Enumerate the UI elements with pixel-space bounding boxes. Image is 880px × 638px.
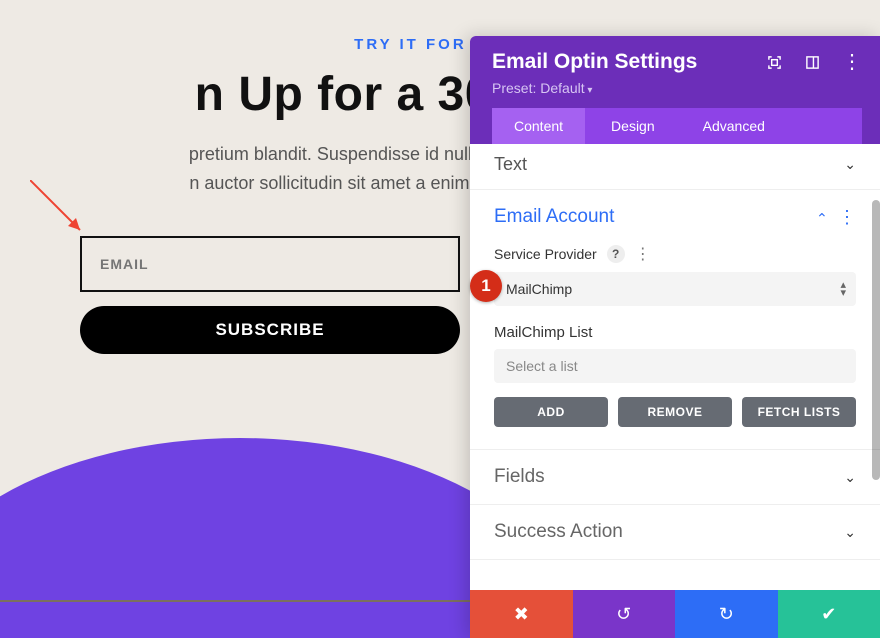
- close-button[interactable]: ✖: [470, 590, 573, 638]
- section-text-title: Text: [494, 154, 844, 175]
- expand-icon[interactable]: [766, 54, 782, 70]
- chevron-down-icon: ⌄: [844, 524, 856, 541]
- section-fields[interactable]: Fields ⌄: [470, 450, 880, 505]
- chevron-up-icon: ⌄: [816, 209, 828, 226]
- decorative-line: [0, 600, 480, 602]
- panel-body: Text ⌄ Email Account ⌄ ⋮ Service Provide…: [470, 144, 880, 590]
- section-email-account-title: Email Account: [494, 206, 816, 228]
- redo-icon: ↻: [719, 604, 734, 625]
- select-caret-icon: ▴▾: [840, 281, 846, 297]
- panel-footer: ✖ ↺ ↻ ✔: [470, 590, 880, 638]
- service-provider-select[interactable]: MailChimp ▴▾: [494, 272, 856, 306]
- section-menu-icon[interactable]: ⋮: [838, 207, 856, 228]
- save-button[interactable]: ✔: [778, 590, 880, 638]
- remove-button[interactable]: REMOVE: [618, 397, 732, 427]
- scrollbar[interactable]: [872, 200, 880, 480]
- panel-menu-icon[interactable]: ⋮: [842, 55, 862, 69]
- mailchimp-list-select[interactable]: Select a list: [494, 349, 856, 383]
- section-email-account-header[interactable]: Email Account ⌄ ⋮: [470, 190, 880, 244]
- optin-form: SUBSCRIBE: [80, 236, 460, 354]
- layout-icon[interactable]: [804, 54, 820, 70]
- redo-button[interactable]: ↻: [675, 590, 778, 638]
- settings-panel: Email Optin Settings ⋮ Preset: Default C…: [470, 36, 880, 638]
- service-provider-value: MailChimp: [506, 281, 572, 297]
- close-icon: ✖: [514, 604, 529, 625]
- section-text[interactable]: Text ⌄: [470, 144, 880, 190]
- section-success-action-title: Success Action: [494, 521, 844, 543]
- check-icon: ✔: [821, 604, 836, 625]
- fetch-lists-button[interactable]: FETCH LISTS: [742, 397, 856, 427]
- preset-selector[interactable]: Preset: Default: [492, 80, 862, 96]
- tab-design[interactable]: Design: [589, 108, 677, 144]
- panel-title: Email Optin Settings: [492, 50, 766, 74]
- panel-tabs: Content Design Advanced: [492, 108, 862, 144]
- mailchimp-list-placeholder: Select a list: [506, 358, 578, 374]
- section-success-action[interactable]: Success Action ⌄: [470, 505, 880, 560]
- field-menu-icon[interactable]: ⋮: [635, 244, 651, 264]
- email-field[interactable]: [80, 236, 460, 292]
- tab-content[interactable]: Content: [492, 108, 585, 144]
- add-button[interactable]: ADD: [494, 397, 608, 427]
- section-fields-title: Fields: [494, 466, 844, 488]
- tab-advanced[interactable]: Advanced: [681, 108, 787, 144]
- annotation-arrow-icon: [30, 180, 100, 250]
- undo-icon: ↺: [616, 604, 631, 625]
- chevron-down-icon: ⌄: [844, 469, 856, 486]
- callout-badge-1: 1: [470, 270, 502, 302]
- service-provider-label: Service Provider: [494, 246, 597, 262]
- subscribe-button[interactable]: SUBSCRIBE: [80, 306, 460, 354]
- mailchimp-list-label: MailChimp List: [494, 324, 856, 341]
- help-icon[interactable]: ?: [607, 245, 625, 263]
- chevron-down-icon: ⌄: [844, 156, 856, 173]
- undo-button[interactable]: ↺: [573, 590, 676, 638]
- section-email-account: Email Account ⌄ ⋮ Service Provider ? ⋮ M…: [470, 190, 880, 450]
- panel-header: Email Optin Settings ⋮ Preset: Default C…: [470, 36, 880, 144]
